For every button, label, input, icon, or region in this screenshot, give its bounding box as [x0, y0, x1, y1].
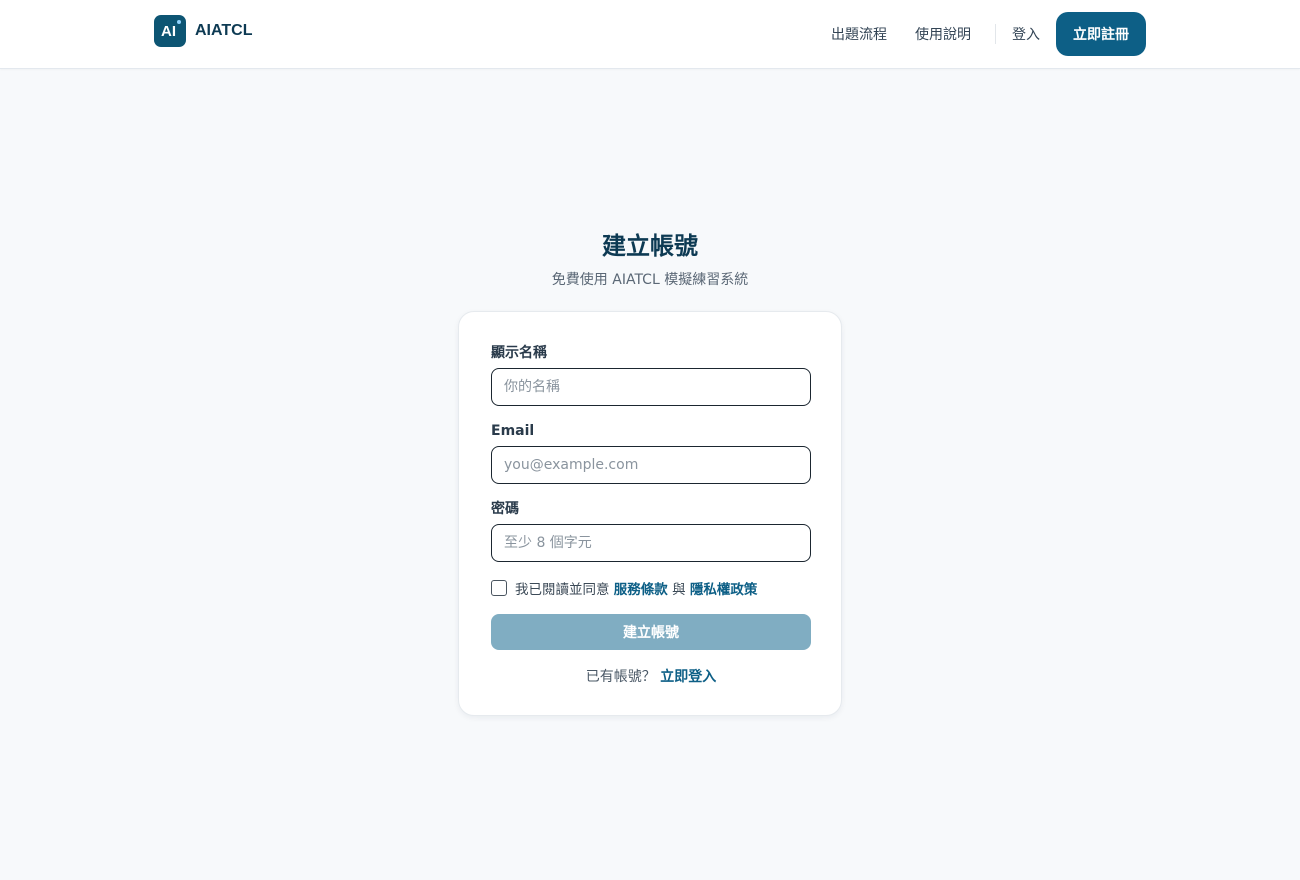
brand-logo-icon: AI [154, 15, 186, 47]
email-field-group: Email [491, 422, 811, 484]
display-name-input[interactable] [491, 368, 811, 406]
password-field-group: 密碼 [491, 500, 811, 562]
brand-logo-text: AI [161, 22, 176, 40]
terms-agreement-row: 我已閱讀並同意 服務條款 與 隱私權政策 [491, 578, 757, 598]
brand-name: AIATCL [195, 22, 253, 39]
page-heading: 建立帳號 免費使用 AIATCL 模擬練習系統 [0, 228, 1300, 290]
email-input[interactable] [491, 446, 811, 484]
terms-agreement-text: 我已閱讀並同意 [515, 582, 614, 598]
login-now-link[interactable]: 立即登入 [660, 669, 716, 685]
page-title: 建立帳號 [602, 232, 698, 260]
create-account-button[interactable]: 建立帳號 [491, 614, 811, 650]
display-name-label: 顯示名稱 [491, 345, 547, 361]
nav-link-guide[interactable]: 使用說明 [915, 24, 971, 44]
password-label: 密碼 [491, 501, 519, 517]
login-switch-prompt: 已有帳號？ [585, 669, 661, 685]
terms-of-service-link[interactable]: 服務條款 [614, 578, 668, 598]
logo-spark-dot [177, 20, 181, 24]
nav-login-link[interactable]: 登入 [1012, 24, 1040, 44]
signup-card: 顯示名稱 Email 密碼 我已閱讀並同意 服務條款 與 隱私權政策 建立帳號 … [458, 311, 842, 716]
display-name-field-group: 顯示名稱 [491, 344, 811, 406]
nav-link-flow[interactable]: 出題流程 [831, 24, 887, 44]
privacy-policy-link[interactable]: 隱私權政策 [690, 578, 758, 598]
terms-agreement-joiner: 與 [667, 582, 690, 598]
nav-divider [995, 24, 996, 44]
register-button[interactable]: 立即註冊 [1056, 12, 1146, 56]
login-switch-row: 已有帳號？ 立即登入 [459, 666, 843, 686]
page-subtitle: 免費使用 AIATCL 模擬練習系統 [551, 272, 749, 288]
terms-agreement-checkbox[interactable] [491, 580, 507, 596]
top-navbar: AI AIATCL 出題流程 使用說明 登入 立即註冊 [0, 0, 1300, 69]
email-label: Email [491, 423, 535, 439]
password-input[interactable] [491, 524, 811, 562]
brand-home-link[interactable]: AI AIATCL [154, 15, 252, 47]
main-nav: 出題流程 使用說明 登入 立即註冊 [831, 12, 1146, 56]
